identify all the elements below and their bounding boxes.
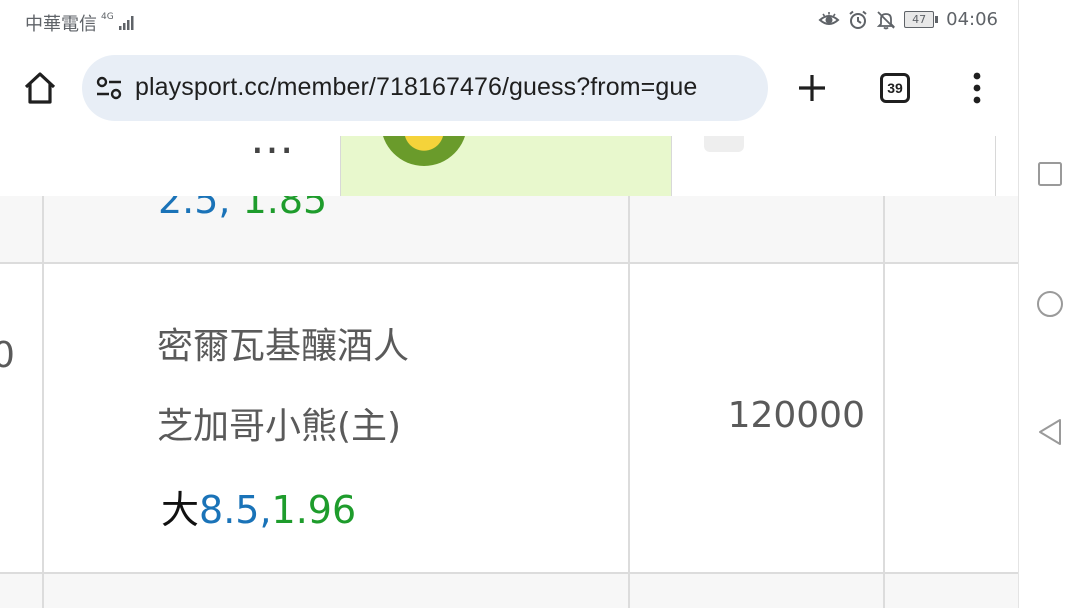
table-cell	[630, 574, 885, 608]
tab-count: 39	[887, 80, 903, 96]
status-bar: 中華電信 4G 47 04:06	[0, 0, 1018, 40]
subnav-tab-left[interactable]: …	[0, 136, 340, 196]
table-cell	[0, 196, 44, 262]
pick-odds: 1.96	[271, 488, 357, 532]
table-row	[0, 574, 1018, 608]
table-cell	[44, 574, 630, 608]
amount: 120000	[727, 395, 865, 436]
table-row: 0 密爾瓦基釀酒人 芝加哥小熊(主) 大8.5,1.96 120000	[0, 264, 1018, 572]
clock: 04:06	[946, 9, 998, 30]
signal-icon	[118, 16, 134, 30]
previous-pick-odds: 1.85	[242, 196, 328, 222]
new-tab-plus-icon[interactable]	[793, 69, 831, 107]
home-team: 芝加哥小熊(主)	[157, 406, 402, 447]
bell-off-icon	[876, 10, 896, 29]
carrier-name: 中華電信	[25, 14, 97, 35]
coin-icon	[381, 136, 467, 166]
table-cell: 0	[0, 264, 44, 572]
away-team: 密爾瓦基釀酒人	[157, 326, 410, 367]
home-icon[interactable]	[22, 70, 58, 106]
system-navigation-bar	[1018, 0, 1080, 608]
more-vert-icon[interactable]	[965, 70, 989, 106]
network-type: 4G	[101, 12, 114, 22]
recents-square-icon	[1038, 162, 1062, 186]
alarm-icon	[849, 10, 867, 29]
pick: 大8.5,1.96	[161, 479, 356, 534]
table-row: 2.5, 1.85	[0, 196, 1018, 262]
web-page: … 2.5, 1.85 密爾瓦基釀酒人 芝加哥小熊(主) 大8.5,1.96 1…	[0, 136, 1018, 608]
browser-toolbar: playsport.cc/member/718167476/guess?from…	[0, 40, 1018, 136]
back-button[interactable]	[1019, 412, 1080, 452]
battery-icon: 47	[904, 11, 939, 28]
home-circle-icon	[1037, 291, 1063, 317]
back-triangle-icon	[1039, 419, 1061, 445]
matchup-cell: 密爾瓦基釀酒人 芝加哥小熊(主) 大8.5,1.96	[44, 264, 630, 572]
table-cell	[885, 264, 1018, 572]
pick-line: 8.5,	[199, 488, 272, 532]
phone-screen: 中華電信 4G 47 04:06 playsport.cc/member/718…	[0, 0, 1018, 608]
eye-comfort-icon	[818, 11, 840, 25]
tabs-icon[interactable]: 39	[880, 73, 910, 103]
recents-button[interactable]	[1019, 154, 1080, 194]
url-text[interactable]: playsport.cc/member/718167476/guess?from…	[135, 73, 697, 102]
subnav-left-label: …	[250, 136, 294, 164]
sub-navigation: …	[0, 136, 1018, 197]
table-cell	[0, 574, 44, 608]
table-cell	[885, 574, 1018, 608]
subnav-tab-highlighted[interactable]	[340, 136, 672, 196]
checkbox-icon	[704, 136, 744, 152]
battery-level: 47	[904, 11, 935, 28]
pick-label: 大	[161, 488, 200, 532]
site-settings-icon[interactable]	[96, 76, 122, 100]
table-cell	[630, 196, 885, 262]
previous-pick: 2.5, 1.85	[158, 196, 327, 222]
status-right: 47 04:06	[818, 9, 998, 30]
subnav-tab-right[interactable]	[671, 136, 996, 196]
carrier-info: 中華電信 4G	[25, 10, 136, 36]
table-cell	[885, 196, 1018, 262]
table-cell: 2.5, 1.85	[44, 196, 630, 262]
home-nav-button[interactable]	[1019, 284, 1080, 324]
amount-cell: 120000	[630, 264, 885, 572]
url-bar[interactable]: playsport.cc/member/718167476/guess?from…	[82, 55, 768, 121]
left-cell-partial-top: 0	[0, 335, 15, 376]
previous-pick-line: 2.5,	[158, 196, 231, 222]
